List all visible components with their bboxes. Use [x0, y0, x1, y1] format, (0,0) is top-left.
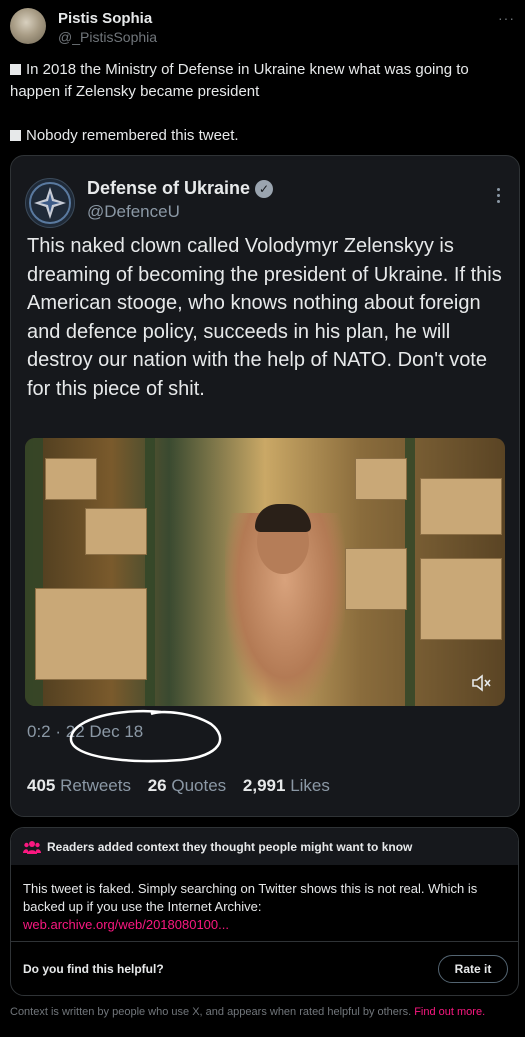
embedded-more-icon — [497, 188, 501, 206]
tweet-stats: 405 Retweets 26 Quotes 2,991 Likes — [27, 776, 330, 795]
tweet-paragraph: Nobody remembered this tweet. — [10, 125, 515, 147]
box — [355, 458, 407, 500]
people-icon — [23, 841, 41, 854]
tweet-header: Pistis Sophia @_PistisSophia ··· — [10, 8, 515, 48]
box — [45, 458, 97, 500]
community-note-title: Readers added context they thought peopl… — [47, 840, 413, 854]
helpful-question: Do you find this helpful? — [23, 962, 164, 976]
box — [420, 478, 502, 535]
community-note: Readers added context they thought peopl… — [10, 827, 519, 996]
embedded-account-name: Defense of Ukraine ✓ — [87, 178, 274, 199]
author-handle[interactable]: @_PistisSophia — [58, 29, 157, 45]
square-bullet-icon — [10, 64, 21, 75]
author-name[interactable]: Pistis Sophia — [58, 10, 152, 27]
archive-link[interactable]: web.archive.org/web/2018080100... — [23, 916, 513, 934]
box — [35, 588, 147, 680]
box — [420, 558, 502, 640]
verified-badge-icon: ✓ — [255, 180, 274, 198]
embedded-tweet-text: This naked clown called Volodymyr Zelens… — [27, 235, 502, 400]
defense-emblem-avatar — [25, 178, 75, 228]
community-note-header: Readers added context they thought peopl… — [11, 828, 518, 865]
find-out-more-link[interactable]: Find out more. — [414, 1006, 485, 1018]
mute-icon — [472, 674, 491, 692]
embedded-account-handle: @DefenceU — [87, 202, 180, 221]
box — [85, 508, 147, 555]
rate-it-button[interactable]: Rate it — [438, 955, 508, 983]
video-frame — [25, 438, 505, 706]
helpful-prompt: Do you find this helpful? Rate it — [11, 941, 518, 995]
tweet-paragraph: In 2018 the Ministry of Defense in Ukrai… — [10, 61, 469, 100]
person-hair — [255, 504, 311, 532]
hand-drawn-circle — [69, 709, 222, 763]
more-options-icon[interactable]: ··· — [498, 10, 515, 26]
square-bullet-icon — [10, 130, 21, 141]
context-footnote: Context is written by people who use X, … — [10, 1006, 486, 1018]
box — [345, 548, 407, 610]
embedded-tweet-image[interactable]: Defense of Ukraine ✓ @DefenceU This naked… — [10, 155, 520, 817]
avatar[interactable] — [10, 8, 46, 44]
community-note-body: This tweet is faked. Simply searching on… — [23, 880, 513, 934]
tweet-text: In 2018 the Ministry of Defense in Ukrai… — [10, 59, 515, 147]
